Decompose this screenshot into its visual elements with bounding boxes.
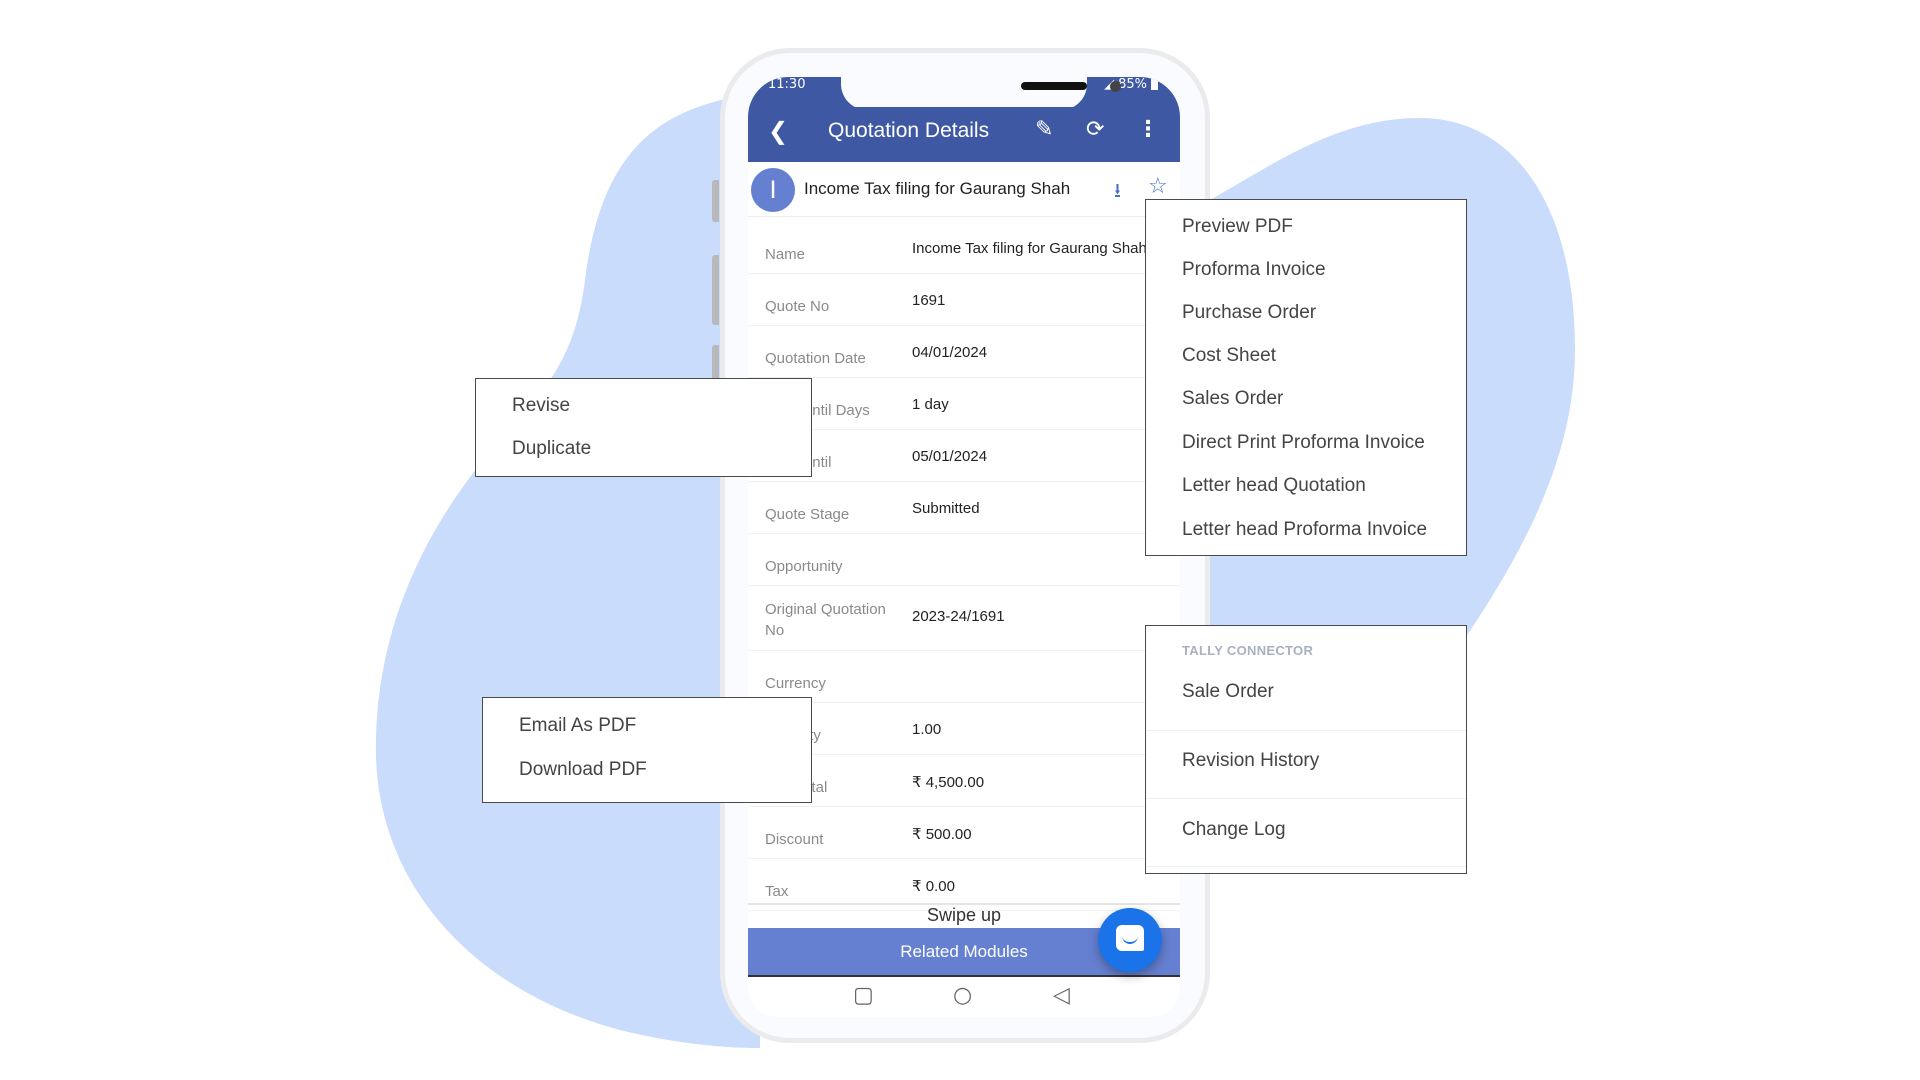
field-value: Income Tax filing for Gaurang Shah — [912, 240, 1147, 257]
menu-divider — [1146, 798, 1466, 799]
field-row: Discount ₹ 500.00 — [748, 807, 1180, 859]
kebab-menu-icon[interactable]: ⋮ — [1137, 117, 1159, 142]
field-row: Original Quotation No 2023-24/1691 — [748, 586, 1180, 651]
menu-item-email-as-pdf[interactable]: Email As PDF — [519, 715, 636, 737]
chat-button[interactable] — [1098, 908, 1162, 972]
menu-section-header: TALLY CONNECTOR — [1182, 643, 1314, 658]
phone-notch — [841, 77, 1121, 110]
field-row: Sub Total₹ 4,500.00 — [748, 755, 1180, 807]
menu-item-revise[interactable]: Revise — [512, 395, 570, 417]
avatar: I — [751, 168, 795, 212]
field-value: 1 day — [912, 396, 949, 413]
field-row: Quotation Date 04/01/2024 — [748, 326, 1180, 378]
record-title: Income Tax filing for Gaurang Shah — [804, 179, 1071, 198]
back-nav-icon[interactable]: ◁ — [1053, 983, 1070, 1008]
menu-divider — [1146, 730, 1466, 731]
menu-item-preview-pdf[interactable]: Preview PDF — [1182, 216, 1293, 238]
menu-item-letterhead-proforma[interactable]: Letter head Proforma Invoice — [1182, 519, 1427, 541]
field-label: Quotation Date — [765, 350, 866, 367]
field-label: Currency — [765, 675, 826, 692]
page-title: Quotation Details — [828, 119, 990, 142]
field-row: Quantity1.00 — [748, 703, 1180, 755]
star-icon[interactable]: ☆ — [1148, 174, 1168, 199]
field-row: Opportunity — [748, 534, 1180, 586]
field-list: Name Income Tax filing for Gaurang Shah Q… — [748, 222, 1180, 911]
menu-item-sale-order[interactable]: Sale Order — [1182, 681, 1274, 703]
field-label: Name — [765, 246, 806, 263]
field-value: Submitted — [912, 500, 980, 517]
field-label: Original Quotation No — [765, 601, 886, 639]
field-label: Discount — [765, 831, 824, 848]
menu-item-proforma-invoice[interactable]: Proforma Invoice — [1182, 259, 1326, 281]
field-row: Currency — [748, 651, 1180, 703]
home-icon[interactable]: ○ — [953, 983, 972, 1008]
field-value: 05/01/2024 — [912, 448, 988, 465]
field-value: 04/01/2024 — [912, 344, 988, 361]
menu-item-purchase-order[interactable]: Purchase Order — [1182, 302, 1316, 324]
speaker-icon — [1021, 82, 1087, 90]
field-row: Quote No 1691 — [748, 274, 1180, 326]
app-bar: ❮ Quotation Details ✎ ⟳ ⋮ — [748, 107, 1180, 162]
left-blob — [375, 98, 760, 1049]
chevron-left-icon[interactable]: ❮ — [768, 117, 788, 145]
revise-menu: Revise Duplicate — [475, 378, 812, 477]
print-menu: Preview PDF Proforma Invoice Purchase Or… — [1145, 199, 1467, 556]
menu-item-duplicate[interactable]: Duplicate — [512, 438, 591, 460]
phone-screen: 11:30 ◢ 85% ❮ Quotation Details ✎ ⟳ ⋮ I … — [748, 77, 1180, 1017]
field-row: Valid Until05/01/2024 — [748, 430, 1180, 482]
field-label: Quote Stage — [765, 506, 850, 523]
menu-item-cost-sheet[interactable]: Cost Sheet — [1182, 345, 1276, 367]
field-row: Name Income Tax filing for Gaurang Shah — [748, 222, 1180, 274]
field-value: 1691 — [912, 292, 946, 309]
field-label: Opportunity — [765, 558, 843, 575]
refresh-icon[interactable]: ⟳ — [1086, 117, 1104, 142]
field-value: ₹ 500.00 — [912, 826, 972, 843]
menu-item-sales-order[interactable]: Sales Order — [1182, 388, 1283, 410]
menu-item-letterhead-quotation[interactable]: Letter head Quotation — [1182, 475, 1366, 497]
android-nav-bar: ▢ ○ ◁ — [748, 977, 1180, 1017]
more-menu: TALLY CONNECTOR Sale Order Revision Hist… — [1145, 625, 1467, 874]
field-row: Valid Until Days 1 day — [748, 378, 1180, 430]
record-header: I Income Tax filing for Gaurang Shah ⭳ ☆ — [748, 162, 1180, 217]
menu-divider — [1146, 866, 1466, 867]
field-row: Quote Stage Submitted — [748, 482, 1180, 534]
field-label: Tax — [765, 883, 789, 900]
menu-item-revision-history[interactable]: Revision History — [1182, 750, 1319, 772]
menu-item-change-log[interactable]: Change Log — [1182, 819, 1286, 841]
recents-icon[interactable]: ▢ — [853, 983, 874, 1008]
pdf-menu: Email As PDF Download PDF — [482, 697, 812, 803]
phone-side-button — [712, 180, 719, 222]
status-time: 11:30 — [768, 77, 806, 92]
field-label: Quote No — [765, 298, 830, 315]
field-value: ₹ 0.00 — [912, 878, 955, 895]
battery-level: 85% — [1118, 77, 1147, 92]
field-value: 2023-24/1691 — [912, 608, 1005, 625]
field-value: 1.00 — [912, 721, 942, 738]
field-value: ₹ 4,500.00 — [912, 774, 985, 791]
pencil-icon[interactable]: ✎ — [1035, 117, 1053, 142]
phone-volume-up — [712, 255, 719, 325]
menu-item-download-pdf[interactable]: Download PDF — [519, 759, 647, 781]
download-icon[interactable]: ⭳ — [1114, 176, 1121, 210]
battery-icon — [1151, 79, 1158, 90]
camera-icon — [1110, 81, 1121, 92]
menu-item-direct-print-proforma[interactable]: Direct Print Proforma Invoice — [1182, 432, 1425, 454]
